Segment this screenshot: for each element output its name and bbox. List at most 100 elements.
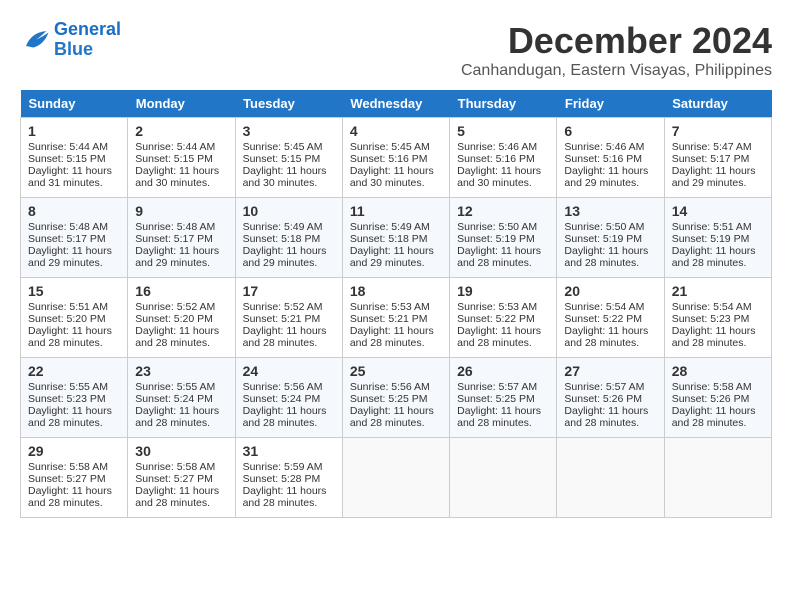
table-row: 1Sunrise: 5:44 AMSunset: 5:15 PMDaylight…: [21, 118, 128, 198]
sunrise-text: Sunrise: 5:46 AM: [564, 141, 644, 153]
sunset-text: Sunset: 5:26 PM: [672, 393, 750, 405]
day-number: 5: [457, 123, 549, 139]
sunset-text: Sunset: 5:17 PM: [28, 233, 106, 245]
sunset-text: Sunset: 5:18 PM: [243, 233, 321, 245]
day-number: 23: [135, 363, 227, 379]
day-number: 16: [135, 283, 227, 299]
table-row: 6Sunrise: 5:46 AMSunset: 5:16 PMDaylight…: [557, 118, 664, 198]
day-number: 10: [243, 203, 335, 219]
sunrise-text: Sunrise: 5:48 AM: [135, 221, 215, 233]
daylight-label: Daylight: 11 hours and 28 minutes.: [564, 325, 648, 349]
sunrise-text: Sunrise: 5:45 AM: [350, 141, 430, 153]
table-row: [557, 438, 664, 518]
day-number: 12: [457, 203, 549, 219]
sunrise-text: Sunrise: 5:56 AM: [350, 381, 430, 393]
sunrise-text: Sunrise: 5:48 AM: [28, 221, 108, 233]
sunset-text: Sunset: 5:24 PM: [135, 393, 213, 405]
sunset-text: Sunset: 5:16 PM: [564, 153, 642, 165]
sunrise-text: Sunrise: 5:58 AM: [28, 461, 108, 473]
sunrise-text: Sunrise: 5:46 AM: [457, 141, 537, 153]
table-row: [664, 438, 771, 518]
sunset-text: Sunset: 5:26 PM: [564, 393, 642, 405]
logo-text: General Blue: [54, 20, 121, 60]
table-row: 2Sunrise: 5:44 AMSunset: 5:15 PMDaylight…: [128, 118, 235, 198]
daylight-label: Daylight: 11 hours and 30 minutes.: [135, 165, 219, 189]
sunrise-text: Sunrise: 5:55 AM: [28, 381, 108, 393]
sunrise-text: Sunrise: 5:49 AM: [243, 221, 323, 233]
month-title: December 2024: [461, 20, 772, 62]
day-number: 17: [243, 283, 335, 299]
daylight-label: Daylight: 11 hours and 28 minutes.: [672, 245, 756, 269]
header-row: Sunday Monday Tuesday Wednesday Thursday…: [21, 90, 772, 118]
calendar-week-row: 1Sunrise: 5:44 AMSunset: 5:15 PMDaylight…: [21, 118, 772, 198]
sunrise-text: Sunrise: 5:58 AM: [135, 461, 215, 473]
sunset-text: Sunset: 5:18 PM: [350, 233, 428, 245]
sunrise-text: Sunrise: 5:59 AM: [243, 461, 323, 473]
sunrise-text: Sunrise: 5:44 AM: [28, 141, 108, 153]
day-number: 19: [457, 283, 549, 299]
table-row: 11Sunrise: 5:49 AMSunset: 5:18 PMDayligh…: [342, 198, 449, 278]
day-number: 18: [350, 283, 442, 299]
table-row: 17Sunrise: 5:52 AMSunset: 5:21 PMDayligh…: [235, 278, 342, 358]
day-number: 31: [243, 443, 335, 459]
day-number: 1: [28, 123, 120, 139]
sunset-text: Sunset: 5:20 PM: [28, 313, 106, 325]
sunset-text: Sunset: 5:19 PM: [457, 233, 535, 245]
sunset-text: Sunset: 5:17 PM: [672, 153, 750, 165]
location-title: Canhandugan, Eastern Visayas, Philippine…: [461, 62, 772, 80]
calendar-week-row: 8Sunrise: 5:48 AMSunset: 5:17 PMDaylight…: [21, 198, 772, 278]
table-row: 7Sunrise: 5:47 AMSunset: 5:17 PMDaylight…: [664, 118, 771, 198]
sunset-text: Sunset: 5:19 PM: [564, 233, 642, 245]
col-friday: Friday: [557, 90, 664, 118]
sunset-text: Sunset: 5:24 PM: [243, 393, 321, 405]
daylight-label: Daylight: 11 hours and 29 minutes.: [350, 245, 434, 269]
day-number: 9: [135, 203, 227, 219]
table-row: 12Sunrise: 5:50 AMSunset: 5:19 PMDayligh…: [450, 198, 557, 278]
daylight-label: Daylight: 11 hours and 28 minutes.: [564, 245, 648, 269]
sunrise-text: Sunrise: 5:58 AM: [672, 381, 752, 393]
sunset-text: Sunset: 5:22 PM: [457, 313, 535, 325]
day-number: 28: [672, 363, 764, 379]
sunrise-text: Sunrise: 5:45 AM: [243, 141, 323, 153]
table-row: 8Sunrise: 5:48 AMSunset: 5:17 PMDaylight…: [21, 198, 128, 278]
day-number: 25: [350, 363, 442, 379]
sunrise-text: Sunrise: 5:57 AM: [457, 381, 537, 393]
daylight-label: Daylight: 11 hours and 28 minutes.: [28, 325, 112, 349]
col-wednesday: Wednesday: [342, 90, 449, 118]
day-number: 7: [672, 123, 764, 139]
col-saturday: Saturday: [664, 90, 771, 118]
day-number: 3: [243, 123, 335, 139]
day-number: 8: [28, 203, 120, 219]
sunrise-text: Sunrise: 5:50 AM: [457, 221, 537, 233]
sunrise-text: Sunrise: 5:47 AM: [672, 141, 752, 153]
day-number: 15: [28, 283, 120, 299]
calendar-week-row: 29Sunrise: 5:58 AMSunset: 5:27 PMDayligh…: [21, 438, 772, 518]
sunrise-text: Sunrise: 5:56 AM: [243, 381, 323, 393]
sunrise-text: Sunrise: 5:55 AM: [135, 381, 215, 393]
table-row: 26Sunrise: 5:57 AMSunset: 5:25 PMDayligh…: [450, 358, 557, 438]
daylight-label: Daylight: 11 hours and 28 minutes.: [672, 405, 756, 429]
daylight-label: Daylight: 11 hours and 28 minutes.: [243, 405, 327, 429]
day-number: 30: [135, 443, 227, 459]
table-row: 5Sunrise: 5:46 AMSunset: 5:16 PMDaylight…: [450, 118, 557, 198]
sunset-text: Sunset: 5:16 PM: [350, 153, 428, 165]
table-row: 10Sunrise: 5:49 AMSunset: 5:18 PMDayligh…: [235, 198, 342, 278]
daylight-label: Daylight: 11 hours and 29 minutes.: [564, 165, 648, 189]
sunset-text: Sunset: 5:20 PM: [135, 313, 213, 325]
day-number: 4: [350, 123, 442, 139]
table-row: 23Sunrise: 5:55 AMSunset: 5:24 PMDayligh…: [128, 358, 235, 438]
table-row: 22Sunrise: 5:55 AMSunset: 5:23 PMDayligh…: [21, 358, 128, 438]
sunset-text: Sunset: 5:22 PM: [564, 313, 642, 325]
table-row: 3Sunrise: 5:45 AMSunset: 5:15 PMDaylight…: [235, 118, 342, 198]
sunset-text: Sunset: 5:25 PM: [457, 393, 535, 405]
logo-icon: [20, 25, 50, 55]
sunset-text: Sunset: 5:27 PM: [135, 473, 213, 485]
daylight-label: Daylight: 11 hours and 28 minutes.: [28, 485, 112, 509]
calendar-week-row: 15Sunrise: 5:51 AMSunset: 5:20 PMDayligh…: [21, 278, 772, 358]
table-row: 30Sunrise: 5:58 AMSunset: 5:27 PMDayligh…: [128, 438, 235, 518]
sunset-text: Sunset: 5:27 PM: [28, 473, 106, 485]
table-row: [450, 438, 557, 518]
col-sunday: Sunday: [21, 90, 128, 118]
logo-line2: Blue: [54, 39, 93, 59]
sunrise-text: Sunrise: 5:57 AM: [564, 381, 644, 393]
